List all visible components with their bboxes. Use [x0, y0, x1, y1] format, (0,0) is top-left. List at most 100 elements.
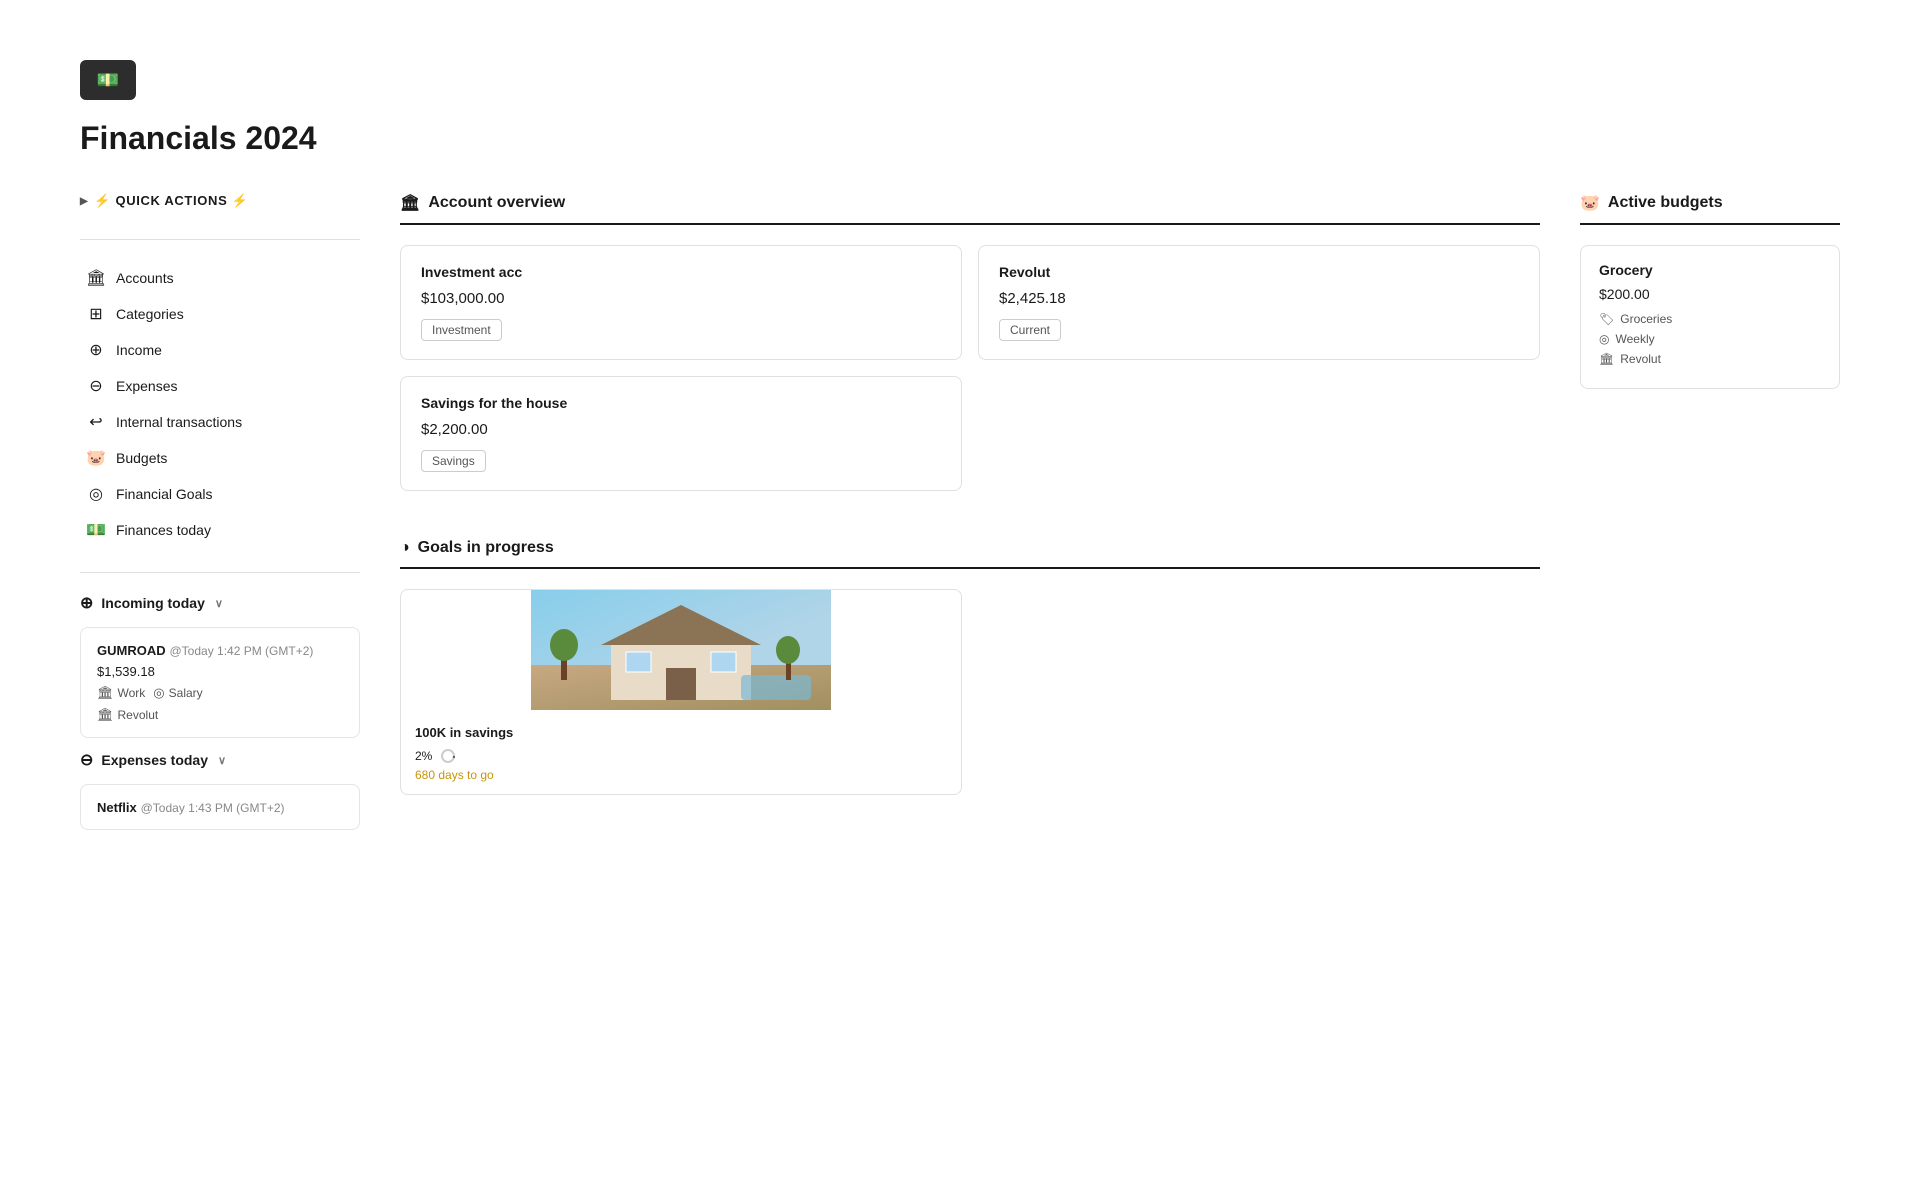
sidebar-item-finances-today[interactable]: 💵 Finances today	[80, 512, 360, 548]
sidebar-item-internal-transactions[interactable]: ↩ Internal transactions	[80, 404, 360, 440]
account-card-investment[interactable]: Investment acc $103,000.00 Investment	[400, 245, 962, 360]
tag-revolut-label: Revolut	[118, 708, 159, 722]
sidebar-item-label-income: Income	[116, 342, 162, 358]
sidebar-item-label-financial-goals: Financial Goals	[116, 486, 213, 502]
finances-today-icon: 💵	[86, 520, 106, 540]
budget-account-icon: 🏛	[1599, 352, 1614, 366]
accounts-grid: Investment acc $103,000.00 Investment Re…	[400, 245, 1540, 491]
categories-icon: ⊞	[86, 304, 106, 324]
revolut-icon: 🏛	[97, 707, 114, 723]
sidebar-item-categories[interactable]: ⊞ Categories	[80, 296, 360, 332]
work-icon: 🏛	[97, 685, 114, 701]
account-overview-icon: 🏛	[400, 193, 420, 213]
incoming-today-list: GUMROAD @Today 1:42 PM (GMT+2) $1,539.18…	[80, 627, 360, 738]
goals-title: Goals in progress	[418, 539, 554, 557]
page-title: Financials 2024	[80, 120, 1840, 157]
transaction-tags: 🏛 Work ◎ Salary	[97, 685, 343, 701]
incoming-today-label: Incoming today	[101, 595, 204, 611]
sidebar: ▶ ⚡ QUICK ACTIONS ⚡ 🏛 Accounts ⊞ Categor…	[80, 193, 360, 842]
goal-title: 100K in savings	[415, 725, 947, 740]
account-badge-investment: Investment	[421, 319, 502, 341]
app-logo: 💵	[80, 60, 136, 100]
netflix-time: @Today 1:43 PM (GMT+2)	[141, 801, 285, 815]
goal-body: 100K in savings 2% 680 days to go	[401, 713, 961, 794]
budget-card-grocery[interactable]: Grocery $200.00 🏷 Groceries ◎ Weekly 🏛 R…	[1580, 245, 1840, 389]
goal-card-100k[interactable]: 100K in savings 2% 680 days to go	[400, 589, 962, 795]
expenses-today-label: Expenses today	[101, 752, 208, 768]
transaction-card-gumroad[interactable]: GUMROAD @Today 1:42 PM (GMT+2) $1,539.18…	[80, 627, 360, 738]
account-amount-investment: $103,000.00	[421, 290, 941, 307]
goals-section-icon: ◑	[400, 539, 410, 557]
sidebar-divider-mid	[80, 572, 360, 573]
transaction-amount: $1,539.18	[97, 664, 343, 679]
quick-actions-arrow: ▶	[80, 196, 88, 207]
active-budgets-title: Active budgets	[1608, 194, 1723, 212]
sidebar-nav: 🏛 Accounts ⊞ Categories ⊕ Income ⊖ Expen…	[80, 260, 360, 548]
budget-frequency: ◎ Weekly	[1599, 332, 1821, 346]
sidebar-item-label-budgets: Budgets	[116, 450, 167, 466]
budget-account-label: Revolut	[1620, 352, 1661, 366]
account-card-savings[interactable]: Savings for the house $2,200.00 Savings	[400, 376, 962, 491]
income-icon: ⊕	[86, 340, 106, 360]
sidebar-item-expenses[interactable]: ⊖ Expenses	[80, 368, 360, 404]
sidebar-item-label-accounts: Accounts	[116, 270, 174, 286]
transaction-account: 🏛 Revolut	[97, 707, 343, 723]
account-amount-savings: $2,200.00	[421, 421, 941, 438]
expenses-icon: ⊖	[86, 376, 106, 396]
transaction-card-netflix[interactable]: Netflix @Today 1:43 PM (GMT+2)	[80, 784, 360, 830]
budget-category: 🏷 Groceries	[1599, 312, 1821, 326]
expenses-today-icon: ⊖	[80, 750, 93, 770]
budget-category-icon: 🏷	[1599, 312, 1614, 326]
budgets-section-icon: 🐷	[1580, 193, 1600, 213]
goal-image	[401, 590, 961, 710]
account-badge-savings: Savings	[421, 450, 486, 472]
budget-category-label: Groceries	[1620, 312, 1672, 326]
active-budgets-header: 🐷 Active budgets	[1580, 193, 1840, 225]
logo-icon: 💵	[97, 70, 119, 91]
goal-percent: 2%	[415, 749, 432, 763]
sidebar-item-label-internal-transactions: Internal transactions	[116, 414, 242, 430]
page: 💵 Financials 2024 ▶ ⚡ QUICK ACTIONS ⚡ 🏛 …	[0, 0, 1920, 882]
tag-salary-label: Salary	[169, 686, 203, 700]
internal-tx-icon: ↩	[86, 412, 106, 432]
budget-frequency-icon: ◎	[1599, 332, 1609, 346]
budgets-icon: 🐷	[86, 448, 106, 468]
goals-grid: 100K in savings 2% 680 days to go	[400, 589, 1540, 795]
quick-actions-label: ⚡ QUICK ACTIONS ⚡	[94, 193, 248, 209]
right-panel: 🐷 Active budgets Grocery $200.00 🏷 Groce…	[1580, 193, 1840, 842]
expenses-today-header[interactable]: ⊖ Expenses today ∨	[80, 750, 360, 770]
tag-work: 🏛 Work	[97, 685, 145, 701]
goals-header: ◑ Goals in progress	[400, 539, 1540, 569]
main-layout: ▶ ⚡ QUICK ACTIONS ⚡ 🏛 Accounts ⊞ Categor…	[80, 193, 1840, 842]
netflix-title: Netflix	[97, 800, 137, 815]
sidebar-item-accounts[interactable]: 🏛 Accounts	[80, 260, 360, 296]
account-badge-revolut: Current	[999, 319, 1061, 341]
account-title-revolut: Revolut	[999, 264, 1519, 280]
account-title-investment: Investment acc	[421, 264, 941, 280]
sidebar-item-budgets[interactable]: 🐷 Budgets	[80, 440, 360, 476]
transaction-title: GUMROAD	[97, 643, 166, 658]
sidebar-divider-top	[80, 239, 360, 240]
sidebar-item-financial-goals[interactable]: ◎ Financial Goals	[80, 476, 360, 512]
tag-salary: ◎ Salary	[153, 685, 202, 701]
quick-actions-toggle[interactable]: ▶ ⚡ QUICK ACTIONS ⚡	[80, 193, 360, 209]
account-card-revolut[interactable]: Revolut $2,425.18 Current	[978, 245, 1540, 360]
expenses-today-list: Netflix @Today 1:43 PM (GMT+2)	[80, 784, 360, 830]
tag-revolut: 🏛 Revolut	[97, 707, 158, 723]
tag-work-label: Work	[118, 686, 146, 700]
budget-frequency-label: Weekly	[1615, 332, 1654, 346]
transaction-time: @Today 1:42 PM (GMT+2)	[170, 644, 314, 658]
sidebar-item-label-finances-today: Finances today	[116, 522, 211, 538]
accounts-icon: 🏛	[86, 268, 106, 288]
salary-icon: ◎	[153, 685, 164, 701]
account-overview-title: Account overview	[428, 194, 565, 212]
budget-title-grocery: Grocery	[1599, 262, 1821, 278]
incoming-today-header[interactable]: ⊕ Incoming today ∨	[80, 593, 360, 613]
goal-progress-circle	[440, 748, 456, 764]
sidebar-item-income[interactable]: ⊕ Income	[80, 332, 360, 368]
account-title-savings: Savings for the house	[421, 395, 941, 411]
sidebar-item-label-expenses: Expenses	[116, 378, 177, 394]
account-amount-revolut: $2,425.18	[999, 290, 1519, 307]
account-overview-header: 🏛 Account overview	[400, 193, 1540, 225]
goals-icon: ◎	[86, 484, 106, 504]
